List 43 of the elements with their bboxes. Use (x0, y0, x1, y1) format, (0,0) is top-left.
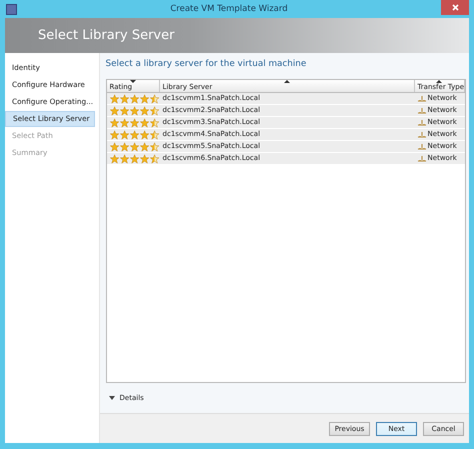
star-icon (150, 106, 160, 116)
star-icon (150, 118, 160, 128)
star-icon (140, 106, 150, 116)
star-icon (110, 94, 119, 104)
star-icon (130, 106, 140, 116)
network-icon (418, 132, 426, 138)
star-icon (140, 142, 150, 152)
section-heading: Select a library server for the virtual machine (106, 59, 308, 69)
star-icon (140, 94, 150, 104)
star-icon (140, 154, 150, 164)
star-icon (110, 154, 119, 164)
star-icon (120, 118, 129, 128)
star-icon (110, 106, 119, 116)
star-icon (130, 142, 140, 152)
network-icon (418, 108, 426, 114)
star-icon (110, 142, 119, 152)
star-icon (150, 94, 160, 104)
star-icon (140, 118, 150, 128)
network-icon (418, 96, 426, 102)
star-icon (130, 118, 140, 128)
caret-icon (108, 396, 115, 400)
star-icon (120, 154, 129, 164)
close-button[interactable] (441, 0, 469, 15)
close-icon (452, 4, 458, 11)
star-icon (150, 142, 160, 152)
network-icon (418, 156, 426, 162)
star-icon (130, 130, 140, 140)
star-icon (130, 94, 140, 104)
star-icon (120, 106, 129, 116)
window-title: Create VM Template Wizard (169, 4, 289, 14)
network-icon (418, 120, 426, 126)
network-icon (418, 144, 426, 150)
star-icon (110, 118, 119, 128)
app-icon (6, 4, 17, 14)
star-icon (140, 130, 150, 140)
page-title: Select Library Server (38, 28, 174, 43)
star-icon (150, 130, 160, 140)
star-icon (130, 154, 140, 164)
star-icon (120, 94, 129, 104)
star-icon (120, 130, 129, 140)
star-icon (110, 130, 119, 140)
star-icon (150, 154, 160, 164)
star-icon (120, 142, 129, 152)
